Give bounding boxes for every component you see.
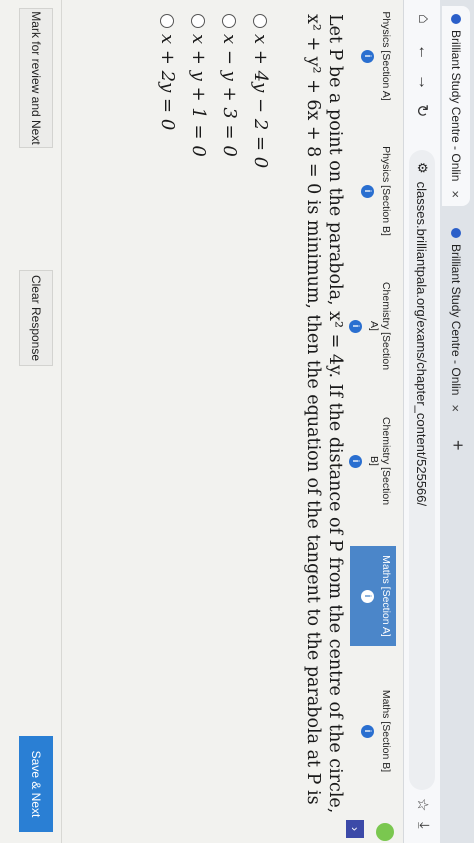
home-icon[interactable]: ⌂ xyxy=(414,14,432,24)
tab-title: Brilliant Study Centre - Onlin xyxy=(449,244,463,396)
section-label: Maths [Section B] xyxy=(380,689,392,773)
info-icon[interactable]: i xyxy=(361,184,374,198)
section-label: Maths [Section A] xyxy=(380,555,392,637)
radio-button[interactable] xyxy=(253,14,268,28)
section-tabs: Physics [Section A] i Physics [Section B… xyxy=(348,0,400,843)
options-list: x + 4y − 2 = 0 x − y + 3 = 0 x + y + 1 =… xyxy=(152,14,276,168)
info-icon[interactable]: i xyxy=(361,589,374,603)
option-label: x − y + 3 = 0 xyxy=(219,34,240,157)
tab-chemistry-section-a[interactable]: Chemistry [Section A] i xyxy=(349,276,396,376)
tab-maths-section-b[interactable]: Maths [Section B] i xyxy=(350,681,396,781)
action-bar: Mark for review and Next Clear Response … xyxy=(0,0,62,843)
save-and-next-button[interactable]: Save & Next xyxy=(19,736,53,832)
option-1[interactable]: x + 4y − 2 = 0 xyxy=(245,14,276,168)
tab-physics-section-a[interactable]: Physics [Section A] i xyxy=(350,6,396,106)
option-3[interactable]: x + y + 1 = 0 xyxy=(183,14,214,168)
exam-screen: Brilliant Study Centre - Onlin × Brillia… xyxy=(0,0,474,843)
back-arrow-icon[interactable]: ← xyxy=(414,44,432,60)
option-label: x + 2y = 0 xyxy=(157,34,178,131)
forward-arrow-icon[interactable]: → xyxy=(414,74,432,90)
info-icon[interactable]: i xyxy=(349,454,362,468)
browser-tab-strip: Brilliant Study Centre - Onlin × Brillia… xyxy=(439,0,474,843)
section-label: Chemistry [Section B] xyxy=(368,416,392,506)
question-text: Let P be a point on the parabola, x² = 4… xyxy=(303,14,345,814)
new-tab-button[interactable]: + xyxy=(447,440,468,451)
tab-title: Brilliant Study Centre - Onlin xyxy=(449,30,463,182)
section-label: Physics [Section A] xyxy=(380,11,392,101)
site-settings-icon[interactable]: ⚙ xyxy=(414,162,430,174)
info-icon[interactable]: i xyxy=(361,49,374,63)
option-2[interactable]: x − y + 3 = 0 xyxy=(214,14,245,168)
radio-button[interactable] xyxy=(222,14,237,28)
option-label: x + 4y − 2 = 0 xyxy=(250,34,271,169)
download-icon[interactable]: ⤓ xyxy=(415,822,432,829)
status-indicator-icon xyxy=(376,823,394,841)
section-label: Physics [Section B] xyxy=(380,146,392,236)
info-icon[interactable]: i xyxy=(349,319,362,333)
option-label: x + y + 1 = 0 xyxy=(188,34,209,157)
reload-icon[interactable]: ↻ xyxy=(412,104,432,117)
address-bar[interactable]: ⚙ classes.brilliantpala.org/exams/chapte… xyxy=(409,150,435,790)
clear-response-button[interactable]: Clear Response xyxy=(19,270,53,366)
info-icon[interactable]: i xyxy=(361,724,374,738)
option-4[interactable]: x + 2y = 0 xyxy=(152,14,183,168)
mark-for-review-button[interactable]: Mark for review and Next xyxy=(19,8,53,148)
tab-physics-section-b[interactable]: Physics [Section B] i xyxy=(350,141,396,241)
bookmark-star-icon[interactable]: ☆ xyxy=(414,798,432,811)
site-favicon-icon xyxy=(451,14,461,24)
close-icon[interactable]: × xyxy=(449,404,464,412)
close-icon[interactable]: × xyxy=(449,190,464,198)
tab-chemistry-section-b[interactable]: Chemistry [Section B] i xyxy=(349,411,396,511)
browser-toolbar: ⌂ ← → ↻ ⚙ classes.brilliantpala.org/exam… xyxy=(403,0,440,843)
url-text: classes.brilliantpala.org/exams/chapter_… xyxy=(414,181,430,507)
radio-button[interactable] xyxy=(191,14,206,28)
browser-tab-1[interactable]: Brilliant Study Centre - Onlin × xyxy=(442,6,470,206)
tab-maths-section-a[interactable]: Maths [Section A] i xyxy=(350,546,396,646)
section-label: Chemistry [Section A] xyxy=(368,281,392,371)
browser-tab-2[interactable]: Brilliant Study Centre - Onlin × xyxy=(442,220,470,420)
radio-button[interactable] xyxy=(160,14,175,28)
site-favicon-icon xyxy=(451,228,461,238)
chevron-right-icon[interactable]: › xyxy=(346,820,364,838)
